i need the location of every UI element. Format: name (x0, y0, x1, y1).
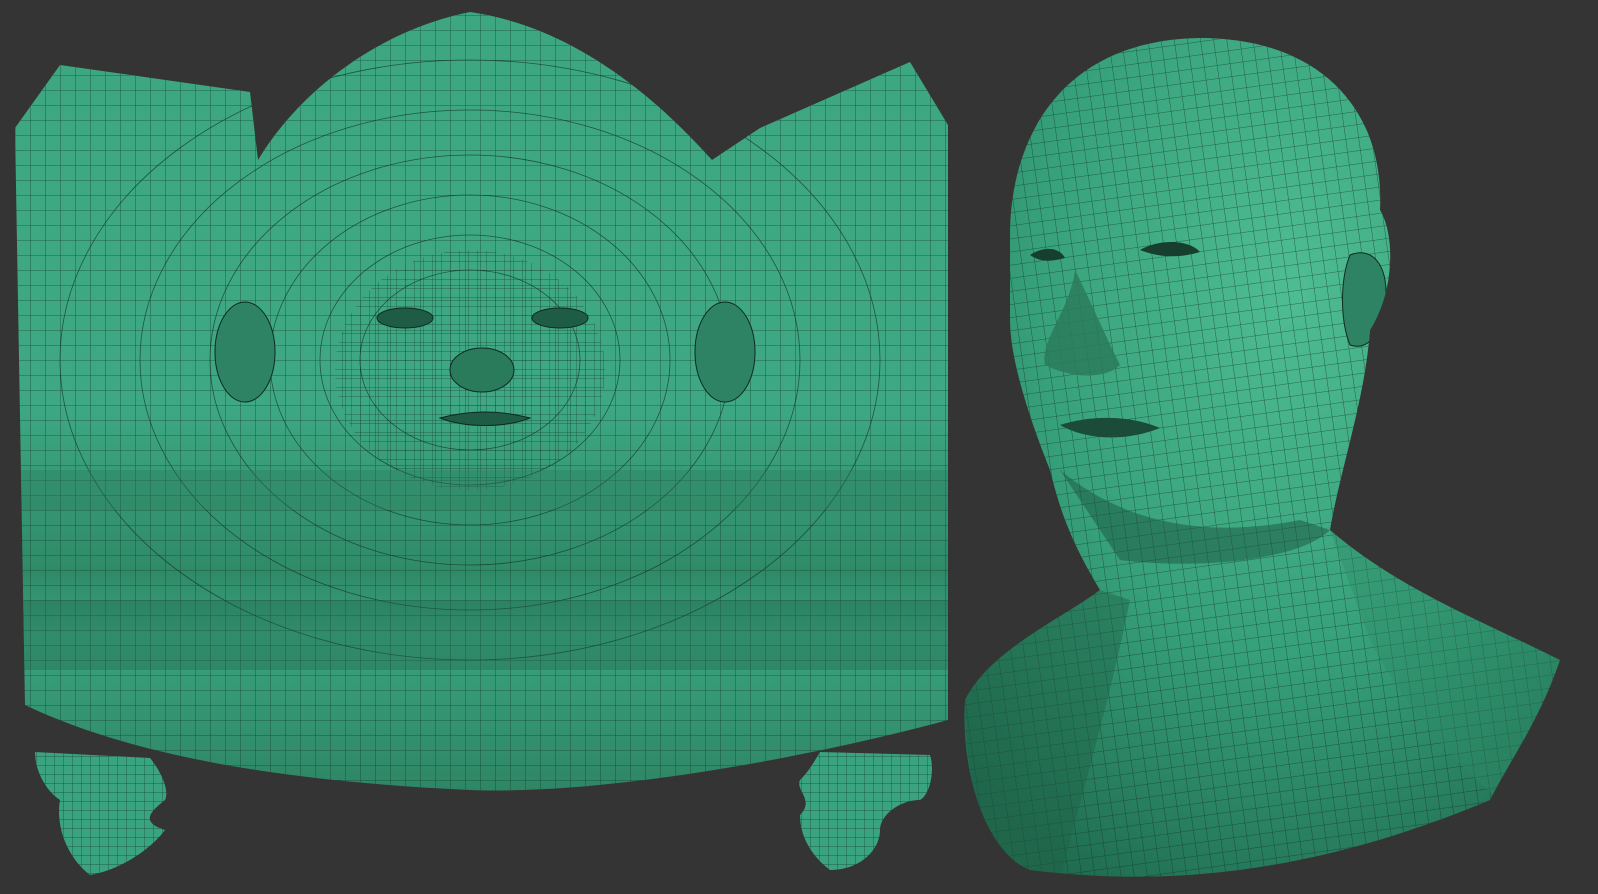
uv-left-ear (214, 301, 276, 403)
uv-island-right-piece (799, 752, 932, 870)
uv-nose (449, 347, 515, 393)
render-scene (15, 12, 1560, 877)
head-ear (1342, 252, 1387, 347)
head-bust-mesh (964, 38, 1560, 877)
viewport-canvas (0, 0, 1598, 894)
uv-layout-face-unwrap (15, 12, 948, 791)
uv-island-left-piece (35, 752, 167, 875)
uv-right-eye (531, 307, 589, 329)
uv-right-ear (694, 301, 756, 403)
uv-left-eye (376, 307, 434, 329)
